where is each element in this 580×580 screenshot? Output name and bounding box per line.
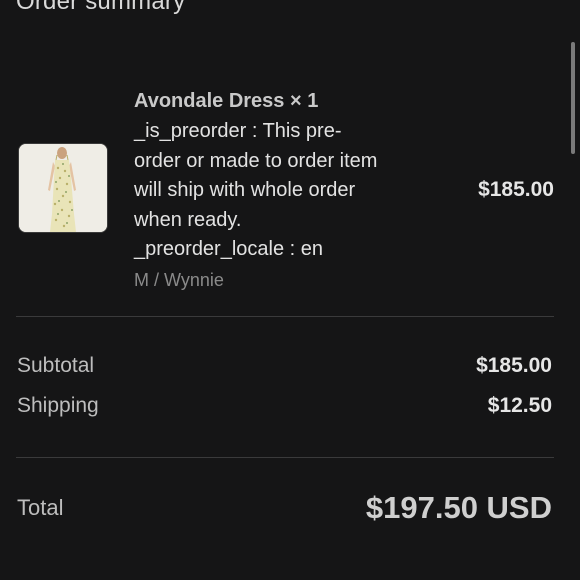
dress-image-icon bbox=[19, 144, 107, 232]
shipping-row: Shipping $12.50 bbox=[17, 394, 552, 418]
subtotal-value: $185.00 bbox=[476, 354, 552, 377]
product-variant: M / Wynnie bbox=[134, 269, 224, 290]
preorder-property-line: will ship with whole order bbox=[134, 179, 356, 201]
preorder-locale-property: _preorder_locale : en bbox=[134, 238, 324, 260]
line-item-details: Avondale Dress × 1 _is_preorder : This p… bbox=[134, 87, 444, 293]
divider bbox=[16, 457, 554, 458]
preorder-property-line: order or made to order item bbox=[134, 149, 378, 172]
divider bbox=[16, 316, 554, 317]
shipping-value: $12.50 bbox=[487, 394, 552, 417]
total-value: $197.50 USD bbox=[365, 490, 552, 525]
order-summary-page: Order summary Avondale Dress × 1 _is_pre… bbox=[0, 0, 580, 580]
subtotal-label: Subtotal bbox=[17, 354, 95, 377]
product-thumbnail[interactable] bbox=[18, 143, 108, 233]
preorder-property-line: when ready. bbox=[134, 208, 242, 231]
preorder-property-line: _is_preorder : This pre- bbox=[134, 120, 342, 142]
shipping-label: Shipping bbox=[17, 394, 99, 417]
subtotal-row: Subtotal $185.00 bbox=[17, 354, 552, 378]
total-row: Total $197.50 USD bbox=[17, 490, 552, 526]
scrollbar-thumb[interactable] bbox=[571, 42, 575, 154]
line-item-price: $185.00 bbox=[478, 178, 554, 201]
product-title: Avondale Dress × 1 bbox=[134, 90, 319, 112]
order-summary-heading: Order summary bbox=[16, 0, 186, 15]
total-label: Total bbox=[17, 495, 64, 520]
